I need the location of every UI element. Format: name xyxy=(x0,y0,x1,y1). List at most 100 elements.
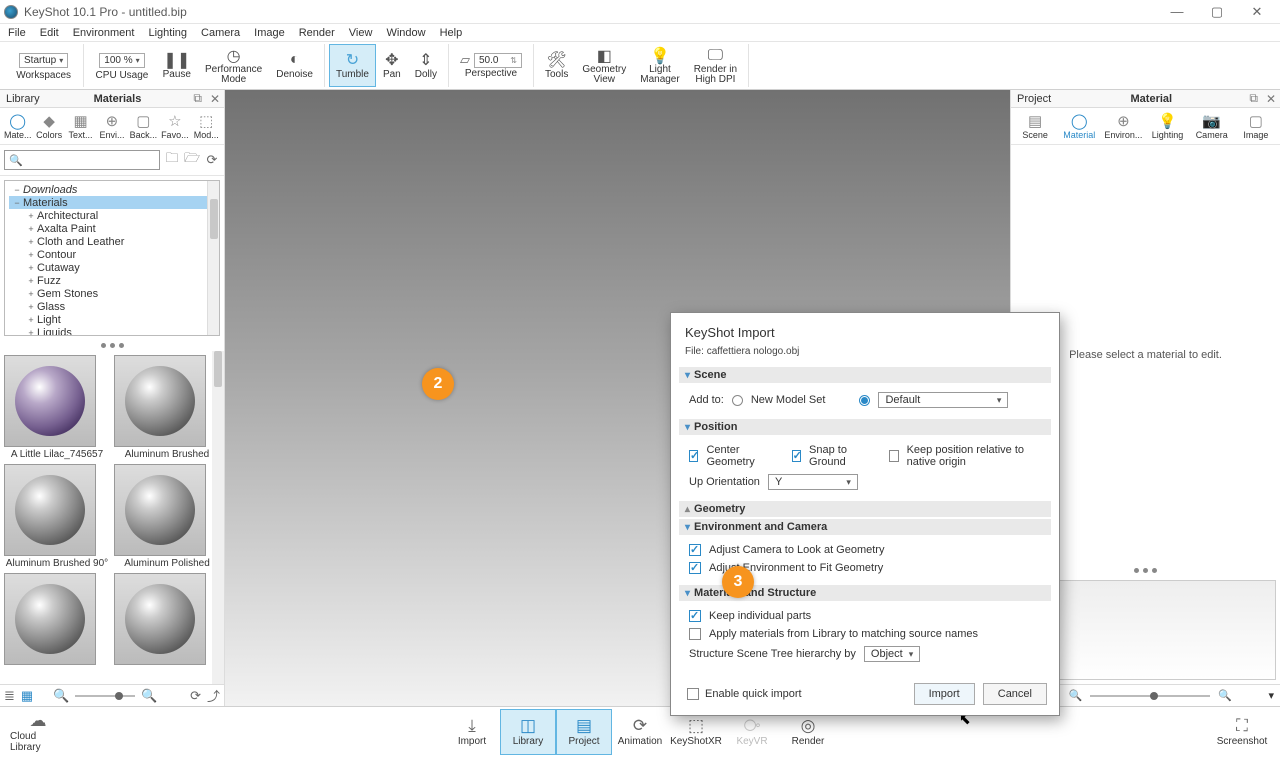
perf-mode-button[interactable]: ◷ Performance Mode xyxy=(198,44,269,87)
structure-dropdown[interactable]: Object xyxy=(864,646,920,662)
refresh-grid-icon[interactable]: ⟳ xyxy=(190,688,201,704)
material-card[interactable] xyxy=(4,573,110,667)
zoom-in-icon[interactable]: 🔍 xyxy=(1218,689,1232,702)
project-tab[interactable]: Project xyxy=(1011,93,1057,105)
ptab-material[interactable]: ◯Material xyxy=(1059,112,1099,140)
tree-item[interactable]: Fuzz xyxy=(37,275,61,287)
chk-snap-ground[interactable] xyxy=(792,450,801,462)
pause-button[interactable]: ❚❚ Pause xyxy=(156,44,198,87)
material-card[interactable]: Aluminum Brushed 90° xyxy=(4,464,110,569)
ptab-environment[interactable]: ⊕Environ... xyxy=(1103,112,1143,140)
refresh-icon[interactable]: ⟳ xyxy=(204,152,220,168)
tree-item[interactable]: Architectural xyxy=(37,210,98,222)
tree-item[interactable]: Cloth and Leather xyxy=(37,236,124,248)
maximize-icon[interactable]: ▢ xyxy=(1206,4,1228,20)
cloud-library-button[interactable]: ☁Cloud Library xyxy=(10,709,66,755)
screenshot-button[interactable]: ⛶Screenshot xyxy=(1214,709,1270,755)
zoom-in-icon[interactable]: 🔍 xyxy=(141,688,157,704)
tree-item[interactable]: Gem Stones xyxy=(37,288,98,300)
zoom-out-icon[interactable]: 🔍 xyxy=(1069,689,1083,702)
tree-downloads[interactable]: Downloads xyxy=(23,184,77,196)
tree-item[interactable]: Axalta Paint xyxy=(37,223,96,235)
chk-center-geometry[interactable] xyxy=(689,450,698,462)
ptab-scene[interactable]: ▤Scene xyxy=(1015,112,1055,140)
resize-dots-icon[interactable] xyxy=(0,340,224,351)
chk-adjust-env[interactable] xyxy=(689,562,701,574)
focal-input[interactable]: 50.0 xyxy=(474,53,522,68)
filter-icon[interactable]: ▾ xyxy=(1268,689,1274,702)
material-tree[interactable]: −Downloads −Materials +Architectural +Ax… xyxy=(4,180,220,336)
chk-apply-library[interactable] xyxy=(689,628,701,640)
libtab-favorites[interactable]: ☆Favo... xyxy=(162,112,188,140)
chk-adjust-camera[interactable] xyxy=(689,544,701,556)
grid-view-icon[interactable]: ▦ xyxy=(21,688,33,704)
tree-materials[interactable]: Materials xyxy=(23,197,68,209)
ptab-lighting[interactable]: 💡Lighting xyxy=(1148,112,1188,140)
model-set-dropdown[interactable]: Default xyxy=(878,392,1008,408)
section-scene[interactable]: ▾Scene xyxy=(679,367,1051,383)
ptab-image[interactable]: ▢Image xyxy=(1236,112,1276,140)
libtab-textures[interactable]: ▦Text... xyxy=(68,112,94,140)
chk-keep-parts[interactable] xyxy=(689,610,701,622)
libtab-materials[interactable]: ◯Mate... xyxy=(5,112,31,140)
library-button-bottom[interactable]: ◫Library xyxy=(500,709,556,755)
material-card[interactable]: A Little Lilac_745657 xyxy=(4,355,110,460)
render-hdpi-button[interactable]: 🖵 Render in High DPI xyxy=(687,44,744,87)
close-right-icon[interactable]: ✕ xyxy=(1262,92,1280,106)
chk-keep-position[interactable] xyxy=(889,450,898,462)
materials-tab[interactable]: Materials xyxy=(88,93,148,105)
material-tab[interactable]: Material xyxy=(1125,93,1179,105)
chk-quick-import[interactable] xyxy=(687,688,699,700)
menu-environment[interactable]: Environment xyxy=(73,27,135,39)
denoise-button[interactable]: ◐ Denoise xyxy=(269,44,320,87)
libtab-models[interactable]: ⬚Mod... xyxy=(193,112,219,140)
zoom-slider[interactable] xyxy=(75,695,135,697)
library-tab[interactable]: Library xyxy=(0,93,46,105)
tree-scrollbar[interactable] xyxy=(207,181,219,335)
tree-item[interactable]: Liquids xyxy=(37,327,72,337)
list-view-icon[interactable]: ≣ xyxy=(4,688,15,704)
menu-camera[interactable]: Camera xyxy=(201,27,240,39)
section-position[interactable]: ▾Position xyxy=(679,419,1051,435)
export-icon[interactable]: ⤴ xyxy=(207,686,220,705)
undock-right-icon[interactable]: ⧉ xyxy=(1245,91,1262,106)
cpu-usage-button[interactable]: 100 % CPU Usage xyxy=(88,44,155,87)
dolly-button[interactable]: ⇕ Dolly xyxy=(408,44,444,87)
cpu-dropdown[interactable]: 100 % xyxy=(99,53,144,68)
radio-default[interactable] xyxy=(859,395,870,406)
up-orientation-dropdown[interactable]: Y xyxy=(768,474,858,490)
close-icon[interactable]: ✕ xyxy=(1246,4,1268,20)
tools-button[interactable]: 🛠 Tools xyxy=(538,44,575,87)
perspective-button[interactable]: ▱ 50.0 Perspective xyxy=(453,44,529,87)
libtab-colors[interactable]: ◆Colors xyxy=(36,112,62,140)
menu-image[interactable]: Image xyxy=(254,27,285,39)
menu-render[interactable]: Render xyxy=(299,27,335,39)
animation-button[interactable]: ⟳Animation xyxy=(612,709,668,755)
close-panel-icon[interactable]: ✕ xyxy=(206,92,224,106)
menu-file[interactable]: File xyxy=(8,27,26,39)
material-card[interactable] xyxy=(114,573,220,667)
libtab-environments[interactable]: ⊕Envi... xyxy=(99,112,125,140)
zoom-out-icon[interactable]: 🔍 xyxy=(53,688,69,704)
material-card[interactable]: Aluminum Polished xyxy=(114,464,220,569)
startup-dropdown[interactable]: Startup xyxy=(19,53,68,68)
light-manager-button[interactable]: 💡 Light Manager xyxy=(633,44,686,87)
material-card[interactable]: Aluminum Brushed xyxy=(114,355,220,460)
menu-window[interactable]: Window xyxy=(386,27,425,39)
minimize-icon[interactable]: — xyxy=(1166,4,1188,20)
zoom-slider[interactable] xyxy=(1090,695,1210,697)
tree-item[interactable]: Light xyxy=(37,314,61,326)
geometry-view-button[interactable]: ◧ Geometry View xyxy=(575,44,633,87)
menu-lighting[interactable]: Lighting xyxy=(148,27,187,39)
radio-new-model-set[interactable] xyxy=(732,395,743,406)
grid-scrollbar[interactable] xyxy=(212,351,224,684)
menu-edit[interactable]: Edit xyxy=(40,27,59,39)
tree-item[interactable]: Contour xyxy=(37,249,76,261)
folder-add-icon[interactable]: 🗁 xyxy=(184,149,200,171)
libtab-backplates[interactable]: ▢Back... xyxy=(130,112,156,140)
section-geometry[interactable]: ▸Geometry xyxy=(679,501,1051,517)
workspaces-button[interactable]: Startup Workspaces xyxy=(8,44,79,87)
undock-icon[interactable]: ⧉ xyxy=(189,91,206,106)
import-button-bottom[interactable]: ⤓Import xyxy=(444,709,500,755)
menu-help[interactable]: Help xyxy=(440,27,463,39)
